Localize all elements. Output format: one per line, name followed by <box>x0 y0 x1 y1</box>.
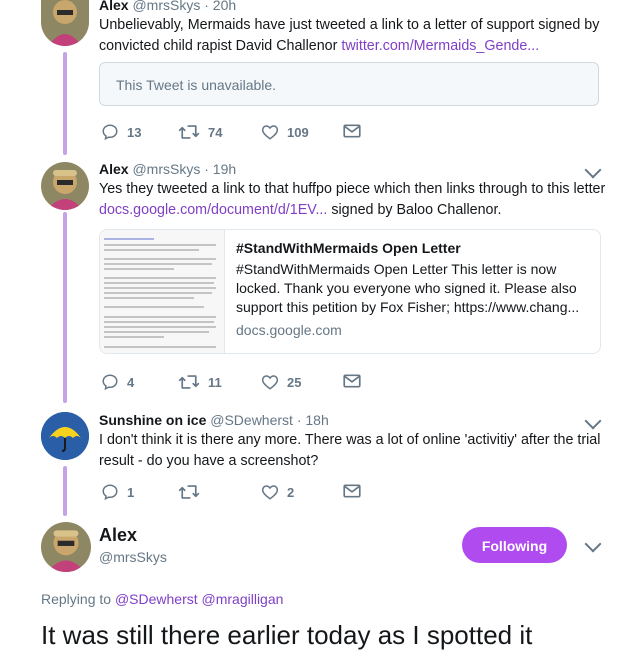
reply-icon <box>102 124 118 141</box>
chevron-down-icon[interactable] <box>584 412 602 430</box>
reply-button[interactable]: 4 <box>101 373 134 391</box>
replying-handles[interactable]: @SDewherst @mragilligan <box>115 591 283 607</box>
retweet-count: 11 <box>208 374 222 390</box>
tweet-text-suffix: signed by Baloo Challenor. <box>327 202 502 218</box>
card-description: #StandWithMermaids Open Letter This lett… <box>236 261 580 315</box>
umbrella-avatar-icon <box>41 412 89 460</box>
like-count: 25 <box>287 374 302 390</box>
tweet-link[interactable]: docs.google.com/document/d/1EV... <box>99 202 327 218</box>
like-icon <box>261 125 279 140</box>
tweet-time[interactable]: · 18h <box>297 412 329 428</box>
chevron-down-icon[interactable] <box>584 535 602 553</box>
reply-icon <box>102 374 118 391</box>
avatar[interactable] <box>41 0 89 46</box>
following-button[interactable]: Following <box>462 527 567 563</box>
retweet-button[interactable]: 11 <box>178 373 222 391</box>
replying-label: Replying to <box>41 591 112 607</box>
author-name[interactable]: Alex <box>99 0 129 13</box>
retweet-button[interactable] <box>178 483 208 501</box>
author-name[interactable]: Sunshine on ice <box>99 412 206 428</box>
tweet-header: Alex @mrsSkys · 19h <box>99 161 236 177</box>
thread-line <box>63 466 67 516</box>
tweet-header: Sunshine on ice @SDewherst · 18h <box>99 412 329 428</box>
tweet-text-body: Yes they tweeted a link to that huffpo p… <box>99 181 606 197</box>
author-handle[interactable]: @mrsSkys <box>99 549 167 565</box>
like-button[interactable]: 25 <box>261 373 301 391</box>
replying-to: Replying to @SDewherst @mragilligan <box>41 591 283 607</box>
retweet-icon <box>178 125 200 139</box>
retweet-count: 74 <box>208 124 223 140</box>
message-button[interactable] <box>343 123 361 139</box>
reply-count: 4 <box>127 374 135 390</box>
quoted-tweet-unavailable: This Tweet is unavailable. <box>99 62 599 106</box>
cutoff-text-line <box>41 653 601 659</box>
like-count: 109 <box>287 124 309 140</box>
retweet-button[interactable]: 74 <box>178 123 222 141</box>
author-name[interactable]: Alex <box>99 161 129 177</box>
message-icon <box>343 124 361 138</box>
tweet-time[interactable]: · 19h <box>204 161 236 177</box>
tweet-text: Yes they tweeted a link to that huffpo p… <box>99 179 609 221</box>
link-preview-card[interactable]: #StandWithMermaids Open Letter #StandWit… <box>99 229 601 354</box>
reply-icon <box>102 484 118 501</box>
card-title: #StandWithMermaids Open Letter <box>236 240 461 256</box>
retweet-icon <box>178 375 200 389</box>
like-count: 2 <box>287 484 295 500</box>
reply-count: 13 <box>127 124 142 140</box>
thread-line <box>63 212 67 403</box>
author-handle[interactable]: @mrsSkys <box>132 0 200 13</box>
author-handle[interactable]: @mrsSkys <box>132 161 200 177</box>
message-button[interactable] <box>343 483 361 499</box>
card-domain: docs.google.com <box>236 322 342 338</box>
thread-line <box>63 52 67 155</box>
like-button[interactable]: 109 <box>261 123 309 141</box>
author-name[interactable]: Alex <box>99 525 137 546</box>
message-icon <box>343 374 361 388</box>
tweet-time[interactable]: · 20h <box>204 0 236 13</box>
card-thumbnail <box>100 230 225 353</box>
like-icon <box>261 485 279 500</box>
main-tweet-text: It was still there earlier today as I sp… <box>41 620 533 650</box>
tweet-text: Unbelievably, Mermaids have just tweeted… <box>99 15 609 57</box>
retweet-icon <box>178 485 200 499</box>
like-button[interactable]: 2 <box>261 483 294 501</box>
message-icon <box>343 484 361 498</box>
tweet-link[interactable]: twitter.com/Mermaids_Gende... <box>341 38 539 54</box>
tweet-header: Alex @mrsSkys · 20h <box>99 0 236 13</box>
reply-button[interactable]: 1 <box>101 483 134 501</box>
avatar[interactable] <box>41 522 91 572</box>
reply-count: 1 <box>127 484 135 500</box>
card-body: #StandWithMermaids Open Letter #StandWit… <box>236 240 586 338</box>
avatar[interactable] <box>41 412 89 460</box>
avatar[interactable] <box>41 162 89 210</box>
reply-button[interactable]: 13 <box>101 123 141 141</box>
chevron-down-icon[interactable] <box>584 161 602 179</box>
like-icon <box>261 375 279 390</box>
message-button[interactable] <box>343 373 361 389</box>
tweet-text: I don't think it is there any more. Ther… <box>99 432 601 469</box>
author-handle[interactable]: @SDewherst <box>210 412 293 428</box>
